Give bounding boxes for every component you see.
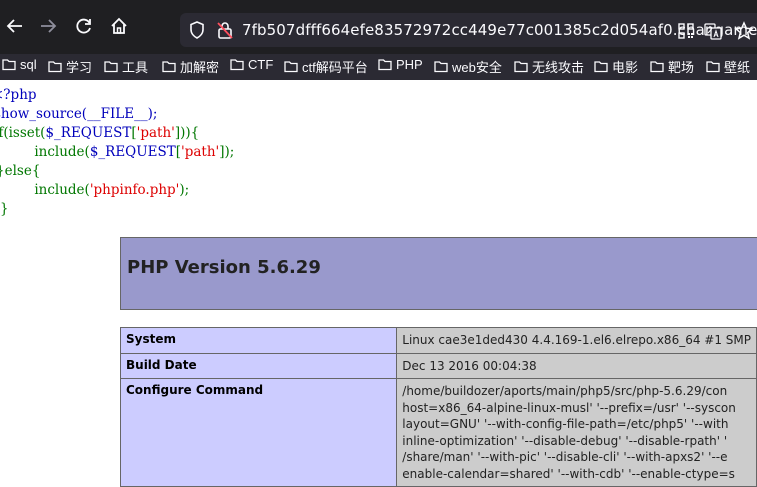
row-label-system: System — [119, 327, 398, 354]
bookmark-folder[interactable]: web安全 — [434, 57, 502, 76]
reload-button[interactable] — [69, 11, 99, 41]
code-line-3: if(isset($_REQUEST['path'])){ — [0, 125, 200, 141]
forward-button[interactable] — [33, 11, 63, 41]
insecure-lock-icon[interactable] — [215, 20, 235, 40]
bookmark-label: sql — [20, 57, 37, 72]
row-value-system: Linux cae3e1ded430 4.4.169-1.el6.elrepo.… — [396, 327, 757, 354]
bookmark-folder[interactable]: ctf解码平台 — [284, 57, 368, 76]
bookmark-label: 无线攻击 — [532, 60, 585, 75]
folder-icon — [2, 59, 16, 71]
bookmark-folder[interactable]: 工具 — [104, 57, 148, 76]
php-source-code: <?php show_source(__FILE__); if(isset($_… — [0, 86, 234, 219]
reload-icon — [76, 18, 91, 34]
bookmark-label: 壁纸 — [724, 60, 751, 75]
shield-icon[interactable] — [187, 20, 207, 40]
code-line-7: } — [0, 201, 9, 217]
table-row: System Linux cae3e1ded430 4.4.169-1.el6.… — [119, 327, 757, 354]
bookmark-folder[interactable]: 壁纸 — [706, 57, 750, 76]
php-version-title: PHP Version 5.6.29 — [127, 257, 321, 278]
home-icon — [111, 17, 127, 34]
folder-icon — [48, 61, 62, 73]
phpinfo-header: PHP Version 5.6.29 — [120, 237, 757, 310]
bookmark-label: 靶场 — [668, 60, 695, 75]
bookmark-folder[interactable]: 学习 — [48, 57, 92, 76]
bookmark-label: 学习 — [66, 60, 93, 75]
folder-icon — [594, 61, 608, 73]
back-arrow-icon — [6, 19, 22, 33]
folder-icon — [162, 61, 176, 73]
bookmark-label: 工具 — [122, 60, 149, 75]
code-line-5: }else{ — [0, 163, 41, 179]
folder-icon — [514, 61, 528, 73]
folder-icon — [230, 59, 244, 71]
bookmark-folder[interactable]: 靶场 — [650, 57, 694, 76]
bookmark-label: web安全 — [452, 60, 502, 75]
qr-code-icon[interactable] — [678, 23, 694, 39]
bookmark-label: 电影 — [612, 60, 639, 75]
code-line-4: include($_REQUEST['path']); — [0, 144, 235, 160]
home-button[interactable] — [104, 11, 134, 41]
code-line-6: include('phpinfo.php'); — [0, 182, 190, 198]
bookmark-folder[interactable]: 加解密 — [162, 57, 219, 76]
folder-icon — [650, 61, 664, 73]
bookmark-folder[interactable]: 电影 — [594, 57, 638, 76]
star-icon[interactable] — [734, 21, 754, 41]
code-line-1: <?php — [0, 87, 37, 103]
row-label-configure-command: Configure Command — [119, 378, 398, 487]
row-label-build-date: Build Date — [119, 352, 398, 379]
back-button[interactable] — [0, 11, 30, 41]
bookmark-folder[interactable]: CTF — [230, 57, 273, 72]
folder-icon — [378, 59, 392, 71]
folder-icon — [434, 61, 448, 73]
bookmark-label: 加解密 — [180, 60, 220, 75]
address-bar[interactable]: 7fb507dfff664efe83572972cc449e77c001385c… — [180, 13, 757, 47]
table-row: Build Date Dec 13 2016 00:04:38 — [119, 352, 757, 379]
translate-icon[interactable] — [704, 22, 722, 40]
bookmark-folder[interactable]: sql — [2, 57, 37, 72]
table-row: Configure Command /home/buildozer/aports… — [119, 378, 757, 487]
row-value-configure-command: /home/buildozer/aports/main/php5/src/php… — [396, 378, 757, 487]
folder-icon — [104, 61, 118, 73]
folder-icon — [284, 61, 298, 73]
browser-toolbar: 7fb507dfff664efe83572972cc449e77c001385c… — [0, 0, 757, 54]
code-line-2: show_source(__FILE__); — [0, 106, 158, 122]
bookmark-label: CTF — [248, 57, 274, 72]
row-value-build-date: Dec 13 2016 00:04:38 — [396, 352, 757, 379]
bookmarks-bar: sql 学习 工具 加解密 CTF ctf解码平台 PHP web安全 无线攻击 电影 靶场 壁纸 — [0, 54, 757, 80]
folder-icon — [706, 61, 720, 73]
phpinfo-table: System Linux cae3e1ded430 4.4.169-1.el6.… — [119, 327, 757, 487]
bookmark-folder[interactable]: 无线攻击 — [514, 57, 584, 76]
bookmark-folder[interactable]: PHP — [378, 57, 423, 72]
forward-arrow-icon — [41, 19, 57, 33]
bookmark-label: PHP — [396, 57, 423, 72]
bookmark-label: ctf解码平台 — [302, 60, 368, 75]
